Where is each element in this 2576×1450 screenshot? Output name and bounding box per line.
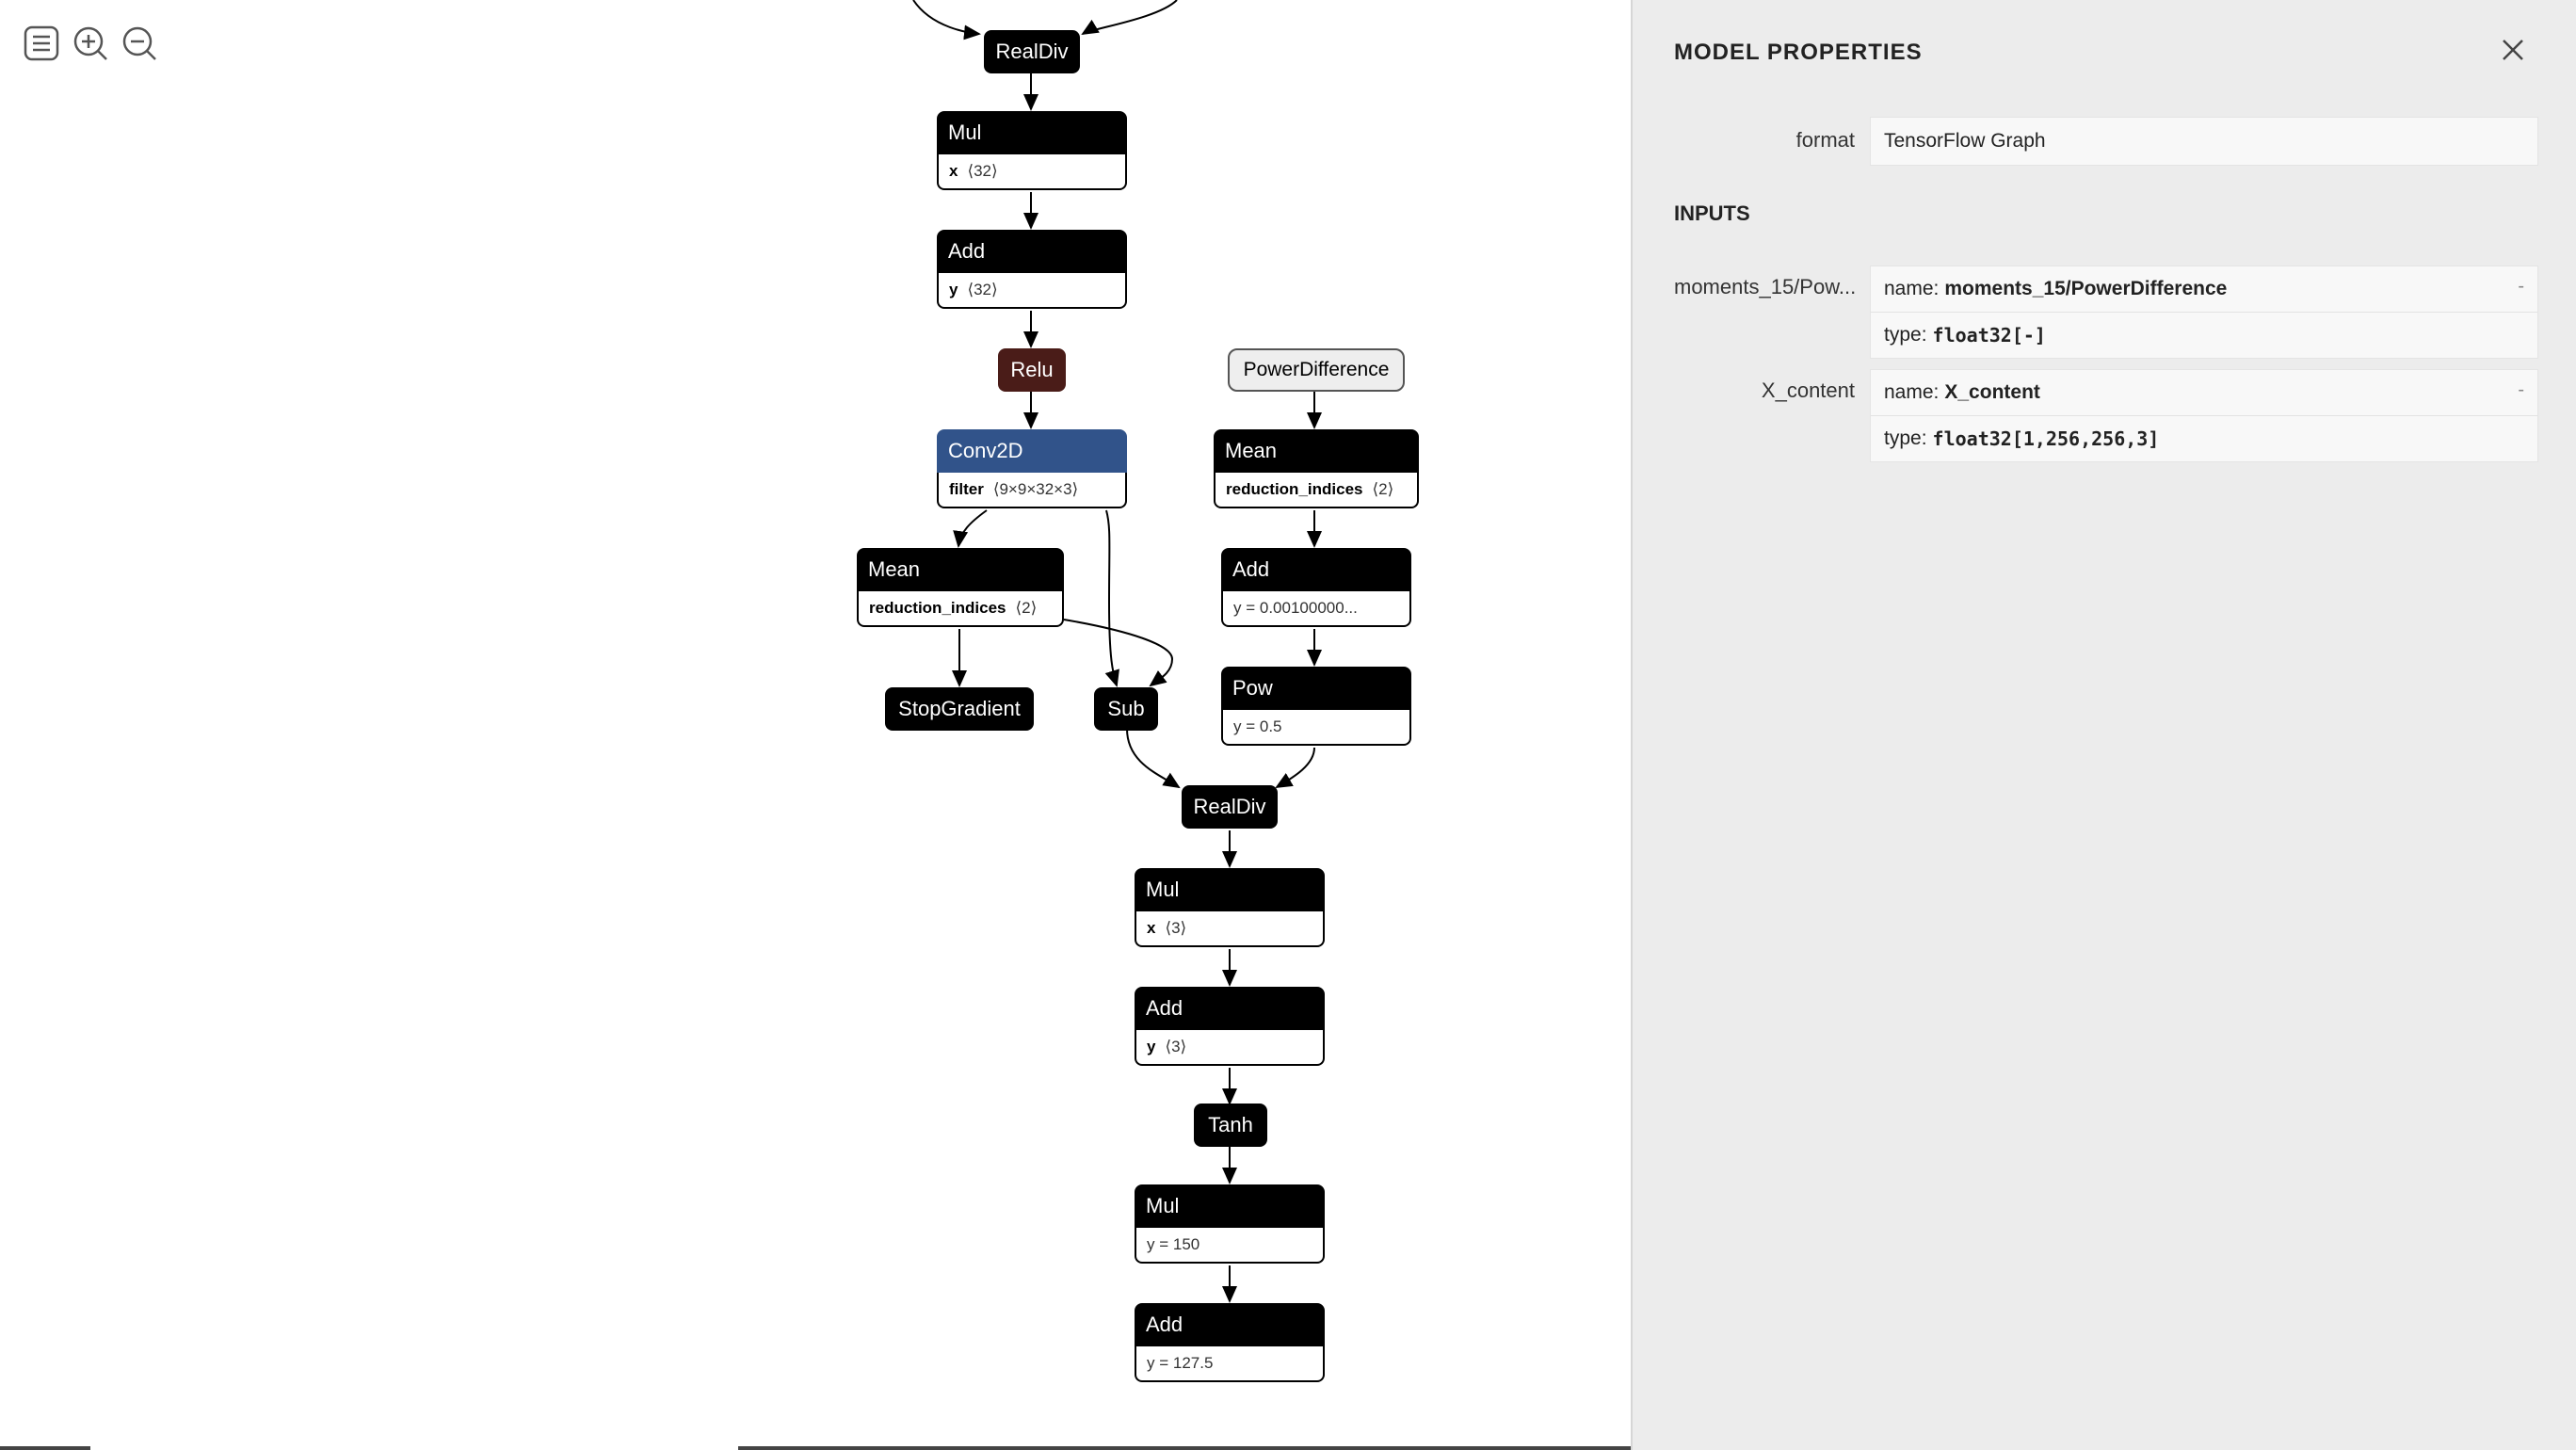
- sidebar-icon[interactable]: [21, 23, 62, 64]
- node-mul-1[interactable]: Mul x ⟨32⟩: [937, 111, 1127, 190]
- input-label: moments_15/Pow...: [1674, 275, 1855, 298]
- input-name-row: name: X_content: [1884, 381, 2040, 403]
- format-label: format: [1795, 128, 1855, 152]
- node-sub[interactable]: Sub: [1094, 687, 1158, 731]
- format-value: TensorFlow Graph: [1884, 130, 2046, 152]
- edge: [1104, 509, 1119, 687]
- node-conv2d[interactable]: Conv2D filter ⟨9×9×32×3⟩: [937, 429, 1127, 508]
- node-title: Conv2D: [937, 429, 1127, 473]
- node-title: Add: [1135, 1303, 1325, 1346]
- input-type-row: type: float32[1,256,256,3]: [1871, 415, 2537, 461]
- node-add-3[interactable]: Add y = 127.5: [1135, 1303, 1325, 1382]
- node-attr: y = 150: [1135, 1228, 1325, 1264]
- node-add-1[interactable]: Add y ⟨32⟩: [937, 230, 1127, 309]
- node-stopgradient[interactable]: StopGradient: [885, 687, 1034, 731]
- node-powerdifference-input[interactable]: PowerDifference: [1228, 348, 1405, 392]
- toolbar: [21, 23, 160, 64]
- node-mul-3[interactable]: Mul y = 150: [1135, 1184, 1325, 1264]
- node-attr: y = 0.00100000...: [1221, 591, 1411, 627]
- node-attr: reduction_indices ⟨2⟩: [1214, 473, 1419, 508]
- edge: [1275, 747, 1315, 789]
- node-attr: y ⟨3⟩: [1135, 1030, 1325, 1066]
- input-box[interactable]: - name: X_content type: float32[1,256,256,…: [1870, 369, 2538, 462]
- node-realdiv-2[interactable]: RealDiv: [1182, 785, 1278, 829]
- edge: [1126, 728, 1181, 789]
- zoom-in-icon[interactable]: [70, 23, 111, 64]
- input-label: X_content: [1761, 379, 1855, 402]
- canvas-scrollbar-right[interactable]: [738, 1446, 1631, 1450]
- node-tanh[interactable]: Tanh: [1194, 1104, 1267, 1147]
- node-mean-right[interactable]: Mean reduction_indices ⟨2⟩: [1214, 429, 1419, 508]
- node-title: Mul: [937, 111, 1127, 154]
- edge: [1081, 0, 1178, 36]
- panel-title: MODEL PROPERTIES: [1674, 40, 1923, 65]
- model-properties-panel: MODEL PROPERTIES format TensorFlow Graph…: [1631, 0, 2576, 1450]
- node-mul-2[interactable]: Mul x ⟨3⟩: [1135, 868, 1325, 947]
- node-add-2[interactable]: Add y ⟨3⟩: [1135, 987, 1325, 1066]
- node-attr: filter ⟨9×9×32×3⟩: [937, 473, 1127, 508]
- edge: [953, 509, 988, 548]
- inputs-heading: INPUTS: [1674, 201, 1750, 225]
- node-title: Add: [1221, 548, 1411, 591]
- edge: [912, 0, 981, 40]
- node-attr: reduction_indices ⟨2⟩: [857, 591, 1064, 627]
- expand-toggle[interactable]: -: [2518, 276, 2524, 298]
- node-title: Mean: [857, 548, 1064, 591]
- zoom-out-icon[interactable]: [119, 23, 160, 64]
- node-add-epsilon[interactable]: Add y = 0.00100000...: [1221, 548, 1411, 627]
- app-window: RealDiv Mul x ⟨32⟩ Add y ⟨32⟩ Relu Conv2D …: [0, 0, 2576, 1450]
- node-attr: y = 127.5: [1135, 1346, 1325, 1382]
- node-title: Add: [937, 230, 1127, 273]
- format-value-box: TensorFlow Graph: [1870, 117, 2538, 166]
- node-title: Mean: [1214, 429, 1419, 473]
- input-type-row: type: float32[-]: [1871, 312, 2537, 358]
- node-attr: y = 0.5: [1221, 710, 1411, 746]
- graph-canvas[interactable]: RealDiv Mul x ⟨32⟩ Add y ⟨32⟩ Relu Conv2D …: [0, 0, 1631, 1450]
- input-name-row: name: moments_15/PowerDifference: [1884, 278, 2228, 299]
- node-title: Add: [1135, 987, 1325, 1030]
- node-mean-left[interactable]: Mean reduction_indices ⟨2⟩: [857, 548, 1064, 627]
- node-attr: y ⟨32⟩: [937, 273, 1127, 309]
- node-attr: x ⟨32⟩: [937, 154, 1127, 190]
- canvas-scrollbar-left[interactable]: [0, 1446, 90, 1450]
- node-title: Mul: [1135, 868, 1325, 911]
- edge: [1063, 619, 1174, 687]
- close-icon[interactable]: [2499, 36, 2527, 64]
- input-box[interactable]: - name: moments_15/PowerDifference type: f…: [1870, 266, 2538, 359]
- node-realdiv-top[interactable]: RealDiv: [984, 30, 1080, 73]
- node-relu[interactable]: Relu: [998, 348, 1066, 392]
- node-title: Pow: [1221, 667, 1411, 710]
- node-title: Mul: [1135, 1184, 1325, 1228]
- expand-toggle[interactable]: -: [2518, 379, 2524, 401]
- node-attr: x ⟨3⟩: [1135, 911, 1325, 947]
- node-pow[interactable]: Pow y = 0.5: [1221, 667, 1411, 746]
